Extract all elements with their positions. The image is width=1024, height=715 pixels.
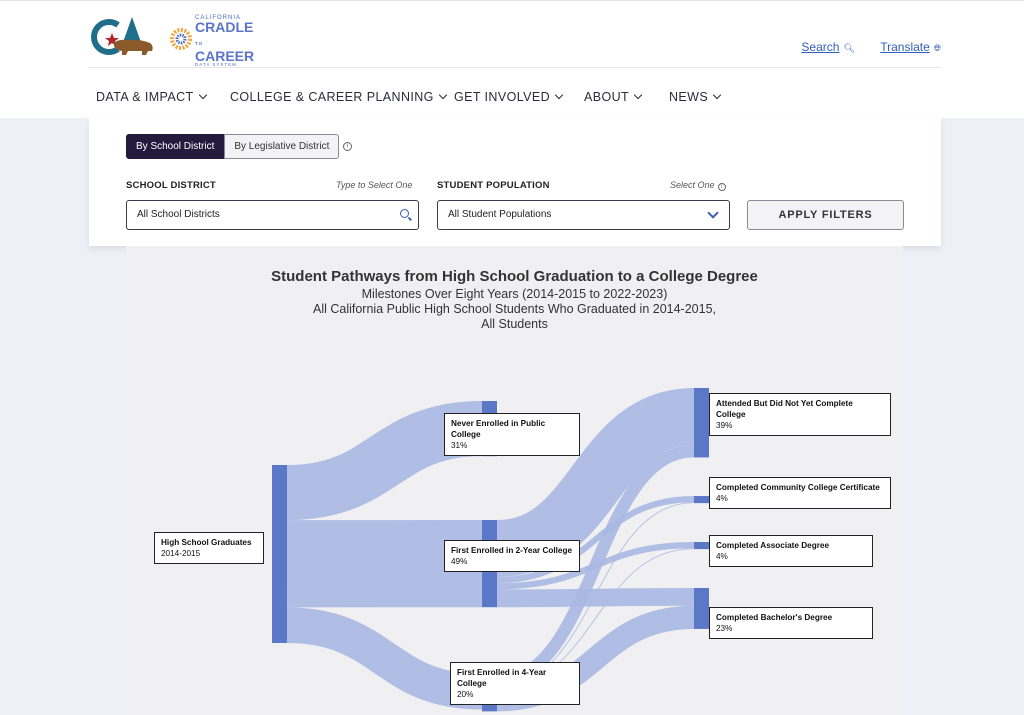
node-label-value: 49% xyxy=(451,557,468,566)
search-icon: 🔍︎ xyxy=(843,43,855,53)
school-district-value: All School Districts xyxy=(137,209,220,220)
sankey-link-two-bach[interactable] xyxy=(496,588,695,608)
student-population-value: All Student Populations xyxy=(448,209,552,220)
node-label-value: 4% xyxy=(716,552,728,561)
node-label-name: First Enrolled in 2-Year College xyxy=(451,546,573,555)
search-link[interactable]: Search 🔍︎ xyxy=(801,40,854,54)
node-label-value: 31% xyxy=(451,441,468,450)
chevron-down-icon xyxy=(707,207,719,219)
cradle-to-career-logo[interactable]: CALIFORNIA CRADLE TO CAREER DATA SYSTEM xyxy=(168,15,258,67)
nav-college-career[interactable]: COLLEGE & CAREER PLANNING xyxy=(230,90,448,104)
node-label-value: 4% xyxy=(716,494,728,503)
district-type-toggle: By School District By Legislative Distri… xyxy=(126,134,340,159)
logo-row: CALIFORNIA CRADLE TO CAREER DATA SYSTEM … xyxy=(88,1,941,68)
globe-icon: 🌐︎ xyxy=(933,43,941,53)
node-label-value: 2014-2015 xyxy=(161,549,201,558)
toggle-school-district[interactable]: By School District xyxy=(126,134,225,159)
info-icon[interactable]: i xyxy=(343,142,352,151)
brand-line1: CRADLE xyxy=(195,19,254,35)
utility-links: Search 🔍︎ Translate 🌐︎ xyxy=(779,40,941,54)
node-label-four: First Enrolled in 4-Year College 20% xyxy=(450,662,580,705)
node-label-name: High School Graduates xyxy=(161,538,252,547)
node-label-name: Completed Bachelor's Degree xyxy=(716,613,833,622)
california-logo[interactable] xyxy=(88,13,160,59)
student-population-select[interactable]: All Student Populations xyxy=(437,200,730,230)
node-label-name: Never Enrolled in Public College xyxy=(451,419,546,439)
node-label-name: Completed Community College Certificate xyxy=(716,483,880,492)
nav-get-involved[interactable]: GET INVOLVED xyxy=(454,90,564,104)
nav-about[interactable]: ABOUT xyxy=(584,90,643,104)
school-district-input[interactable]: All School Districts xyxy=(126,200,419,230)
filter-panel: By School District By Legislative Distri… xyxy=(89,118,941,246)
student-population-hint: Select One i xyxy=(670,180,726,191)
school-district-label: SCHOOL DISTRICT xyxy=(126,180,216,191)
node-label-value: 23% xyxy=(716,624,733,633)
node-label-name: First Enrolled in 4-Year College xyxy=(457,668,547,688)
node-label-two: First Enrolled in 2-Year College 49% xyxy=(444,540,580,572)
nav-data-impact[interactable]: DATA & IMPACT xyxy=(96,90,207,104)
node-label-attended: Attended But Did Not Yet Complete Colleg… xyxy=(709,393,891,436)
sankey-node-attended[interactable] xyxy=(694,388,709,458)
chevron-down-icon xyxy=(633,90,643,100)
info-icon[interactable]: i xyxy=(717,183,726,191)
sankey-node-cert[interactable] xyxy=(694,496,709,504)
node-label-hs: High School Graduates 2014-2015 xyxy=(154,532,264,564)
node-label-assoc: Completed Associate Degree 4% xyxy=(709,535,873,567)
node-label-bach: Completed Bachelor's Degree 23% xyxy=(709,607,873,639)
node-label-name: Attended But Did Not Yet Complete Colleg… xyxy=(716,399,853,419)
sankey-node-bach[interactable] xyxy=(694,588,709,629)
translate-link[interactable]: Translate 🌐︎ xyxy=(880,40,941,54)
chevron-down-icon xyxy=(198,90,207,100)
node-label-name: Completed Associate Degree xyxy=(716,541,829,550)
brand-to: TO xyxy=(195,41,204,46)
search-icon xyxy=(400,209,409,218)
sankey-node-assoc[interactable] xyxy=(694,542,709,550)
node-label-value: 39% xyxy=(716,421,733,430)
node-label-never: Never Enrolled in Public College 31% xyxy=(444,413,580,456)
apply-filters-button[interactable]: APPLY FILTERS xyxy=(747,200,904,230)
nav-news[interactable]: NEWS xyxy=(669,90,722,104)
sankey-chart: Student Pathways from High School Gradua… xyxy=(126,246,903,715)
toggle-legislative-district[interactable]: By Legislative District xyxy=(224,134,340,159)
chevron-down-icon xyxy=(438,90,448,100)
node-label-cert: Completed Community College Certificate 4… xyxy=(709,477,891,509)
node-label-value: 20% xyxy=(457,690,474,699)
chevron-down-icon xyxy=(712,90,722,100)
sankey-node-hs[interactable] xyxy=(272,465,287,643)
chevron-down-icon xyxy=(554,90,564,100)
school-district-hint: Type to Select One xyxy=(336,180,413,190)
student-population-label: STUDENT POPULATION xyxy=(437,180,550,191)
site-header: CALIFORNIA CRADLE TO CAREER DATA SYSTEM … xyxy=(0,0,1024,118)
